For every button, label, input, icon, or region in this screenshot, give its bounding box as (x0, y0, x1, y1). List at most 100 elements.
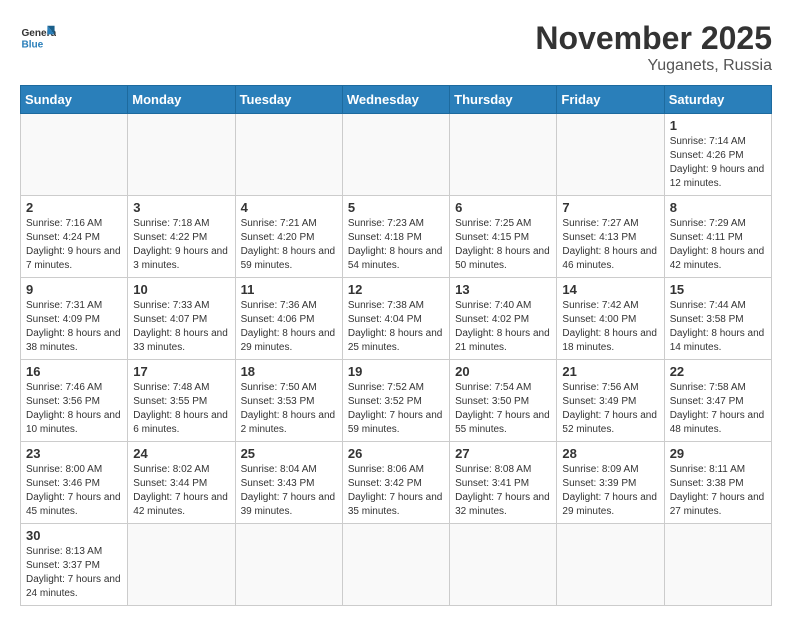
calendar-week-row: 9 Sunrise: 7:31 AM Sunset: 4:09 PM Daylig… (21, 278, 772, 360)
calendar-cell: 22 Sunrise: 7:58 AM Sunset: 3:47 PM Dayli… (664, 360, 771, 442)
cell-content: Sunrise: 7:36 AM Sunset: 4:06 PM Dayligh… (241, 299, 337, 355)
weekday-header-wednesday: Wednesday (342, 86, 449, 114)
calendar-cell (128, 114, 235, 196)
cell-content: Sunrise: 8:02 AM Sunset: 3:44 PM Dayligh… (133, 463, 229, 519)
calendar-cell: 26 Sunrise: 8:06 AM Sunset: 3:42 PM Dayli… (342, 442, 449, 524)
calendar-cell: 23 Sunrise: 8:00 AM Sunset: 3:46 PM Dayli… (21, 442, 128, 524)
calendar-cell: 8 Sunrise: 7:29 AM Sunset: 4:11 PM Daylig… (664, 196, 771, 278)
calendar-week-row: 30 Sunrise: 8:13 AM Sunset: 3:37 PM Dayli… (21, 524, 772, 606)
logo: General Blue (20, 20, 56, 56)
location-title: Yuganets, Russia (535, 57, 772, 75)
cell-content: Sunrise: 7:38 AM Sunset: 4:04 PM Dayligh… (348, 299, 444, 355)
calendar-cell: 21Sunrise: 7:56 AM Sunset: 3:49 PM Dayli… (557, 360, 664, 442)
cell-content: Sunrise: 8:09 AM Sunset: 3:39 PM Dayligh… (562, 463, 658, 519)
calendar-cell: 18Sunrise: 7:50 AM Sunset: 3:53 PM Dayli… (235, 360, 342, 442)
calendar-cell (557, 114, 664, 196)
calendar-cell (21, 114, 128, 196)
day-number: 8 (670, 200, 766, 215)
cell-content: Sunrise: 7:44 AM Sunset: 3:58 PM Dayligh… (670, 299, 766, 355)
day-number: 13 (455, 282, 551, 297)
day-number: 10 (133, 282, 229, 297)
calendar-cell: 25 Sunrise: 8:04 AM Sunset: 3:43 PM Dayli… (235, 442, 342, 524)
day-number: 30 (26, 528, 122, 543)
cell-content: Sunrise: 7:23 AM Sunset: 4:18 PM Dayligh… (348, 217, 444, 273)
calendar-cell: 14Sunrise: 7:42 AM Sunset: 4:00 PM Dayli… (557, 278, 664, 360)
day-number: 7 (562, 200, 658, 215)
cell-content: Sunrise: 8:13 AM Sunset: 3:37 PM Dayligh… (26, 545, 122, 601)
day-number: 20 (455, 364, 551, 379)
cell-content: Sunrise: 8:04 AM Sunset: 3:43 PM Dayligh… (241, 463, 337, 519)
calendar-cell (235, 114, 342, 196)
calendar-cell (450, 114, 557, 196)
day-number: 4 (241, 200, 337, 215)
day-number: 23 (26, 446, 122, 461)
weekday-header-saturday: Saturday (664, 86, 771, 114)
cell-content: Sunrise: 7:18 AM Sunset: 4:22 PM Dayligh… (133, 217, 229, 273)
cell-content: Sunrise: 7:50 AM Sunset: 3:53 PM Dayligh… (241, 381, 337, 437)
cell-content: Sunrise: 8:00 AM Sunset: 3:46 PM Dayligh… (26, 463, 122, 519)
calendar-cell (128, 524, 235, 606)
day-number: 24 (133, 446, 229, 461)
weekday-header-friday: Friday (557, 86, 664, 114)
cell-content: Sunrise: 7:56 AM Sunset: 3:49 PM Dayligh… (562, 381, 658, 437)
cell-content: Sunrise: 7:42 AM Sunset: 4:00 PM Dayligh… (562, 299, 658, 355)
day-number: 25 (241, 446, 337, 461)
day-number: 27 (455, 446, 551, 461)
cell-content: Sunrise: 7:46 AM Sunset: 3:56 PM Dayligh… (26, 381, 122, 437)
title-section: November 2025 Yuganets, Russia (535, 20, 772, 75)
day-number: 9 (26, 282, 122, 297)
weekday-header-tuesday: Tuesday (235, 86, 342, 114)
calendar-week-row: 23 Sunrise: 8:00 AM Sunset: 3:46 PM Dayli… (21, 442, 772, 524)
calendar-cell: 17 Sunrise: 7:48 AM Sunset: 3:55 PM Dayli… (128, 360, 235, 442)
cell-content: Sunrise: 7:52 AM Sunset: 3:52 PM Dayligh… (348, 381, 444, 437)
calendar-cell: 13 Sunrise: 7:40 AM Sunset: 4:02 PM Dayli… (450, 278, 557, 360)
day-number: 26 (348, 446, 444, 461)
calendar-cell: 30 Sunrise: 8:13 AM Sunset: 3:37 PM Dayli… (21, 524, 128, 606)
calendar-cell: 19 Sunrise: 7:52 AM Sunset: 3:52 PM Dayli… (342, 360, 449, 442)
cell-content: Sunrise: 7:25 AM Sunset: 4:15 PM Dayligh… (455, 217, 551, 273)
day-number: 2 (26, 200, 122, 215)
cell-content: Sunrise: 7:48 AM Sunset: 3:55 PM Dayligh… (133, 381, 229, 437)
calendar-cell: 6 Sunrise: 7:25 AM Sunset: 4:15 PM Daylig… (450, 196, 557, 278)
day-number: 28 (562, 446, 658, 461)
weekday-header-row: SundayMondayTuesdayWednesdayThursdayFrid… (21, 86, 772, 114)
calendar-cell: 11 Sunrise: 7:36 AM Sunset: 4:06 PM Dayli… (235, 278, 342, 360)
calendar-cell (342, 114, 449, 196)
day-number: 6 (455, 200, 551, 215)
calendar-cell (450, 524, 557, 606)
calendar-cell: 5Sunrise: 7:23 AM Sunset: 4:18 PM Daylig… (342, 196, 449, 278)
day-number: 29 (670, 446, 766, 461)
day-number: 12 (348, 282, 444, 297)
calendar-cell: 12 Sunrise: 7:38 AM Sunset: 4:04 PM Dayli… (342, 278, 449, 360)
calendar-cell: 9 Sunrise: 7:31 AM Sunset: 4:09 PM Daylig… (21, 278, 128, 360)
cell-content: Sunrise: 7:31 AM Sunset: 4:09 PM Dayligh… (26, 299, 122, 355)
calendar-cell: 1Sunrise: 7:14 AM Sunset: 4:26 PM Daylig… (664, 114, 771, 196)
calendar-cell: 24 Sunrise: 8:02 AM Sunset: 3:44 PM Dayli… (128, 442, 235, 524)
day-number: 3 (133, 200, 229, 215)
day-number: 1 (670, 118, 766, 133)
calendar-week-row: 2 Sunrise: 7:16 AM Sunset: 4:24 PM Daylig… (21, 196, 772, 278)
calendar-cell (557, 524, 664, 606)
calendar-week-row: 16 Sunrise: 7:46 AM Sunset: 3:56 PM Dayli… (21, 360, 772, 442)
calendar-cell: 3 Sunrise: 7:18 AM Sunset: 4:22 PM Daylig… (128, 196, 235, 278)
calendar-cell: 27Sunrise: 8:08 AM Sunset: 3:41 PM Dayli… (450, 442, 557, 524)
cell-content: Sunrise: 7:16 AM Sunset: 4:24 PM Dayligh… (26, 217, 122, 273)
month-title: November 2025 (535, 20, 772, 57)
day-number: 19 (348, 364, 444, 379)
calendar-cell (664, 524, 771, 606)
cell-content: Sunrise: 7:40 AM Sunset: 4:02 PM Dayligh… (455, 299, 551, 355)
cell-content: Sunrise: 7:29 AM Sunset: 4:11 PM Dayligh… (670, 217, 766, 273)
day-number: 16 (26, 364, 122, 379)
calendar-cell (342, 524, 449, 606)
calendar-cell: 7Sunrise: 7:27 AM Sunset: 4:13 PM Daylig… (557, 196, 664, 278)
cell-content: Sunrise: 8:06 AM Sunset: 3:42 PM Dayligh… (348, 463, 444, 519)
calendar-cell: 4Sunrise: 7:21 AM Sunset: 4:20 PM Daylig… (235, 196, 342, 278)
cell-content: Sunrise: 7:58 AM Sunset: 3:47 PM Dayligh… (670, 381, 766, 437)
calendar-cell: 2 Sunrise: 7:16 AM Sunset: 4:24 PM Daylig… (21, 196, 128, 278)
calendar-cell: 28 Sunrise: 8:09 AM Sunset: 3:39 PM Dayli… (557, 442, 664, 524)
day-number: 22 (670, 364, 766, 379)
day-number: 11 (241, 282, 337, 297)
calendar-cell: 16 Sunrise: 7:46 AM Sunset: 3:56 PM Dayli… (21, 360, 128, 442)
day-number: 17 (133, 364, 229, 379)
calendar-cell (235, 524, 342, 606)
